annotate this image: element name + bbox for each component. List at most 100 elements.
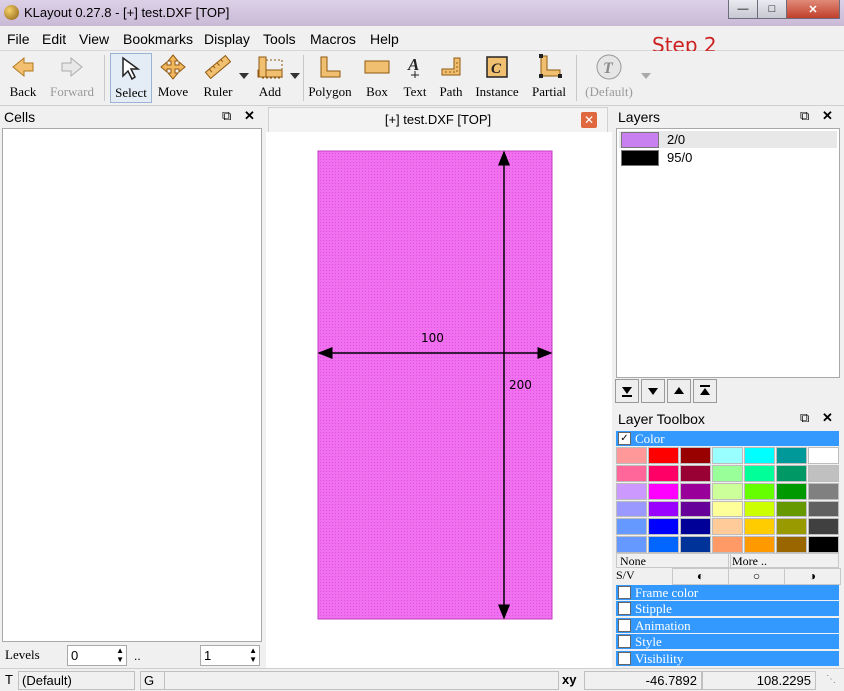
close-tab-icon[interactable]: ✕ <box>581 112 597 128</box>
ruler-dropdown-icon[interactable] <box>239 73 249 79</box>
palette-color-swatch[interactable] <box>776 482 807 500</box>
checkmark-icon[interactable]: ✓ <box>618 432 631 445</box>
spin-arrows-icon[interactable]: ▲ ▼ <box>249 646 257 664</box>
polygon-tool[interactable]: Polygon <box>307 53 353 101</box>
palette-color-swatch[interactable] <box>616 500 647 518</box>
move-tool[interactable]: Move <box>154 53 192 101</box>
palette-color-swatch[interactable] <box>808 482 839 500</box>
palette-color-swatch[interactable] <box>712 482 743 500</box>
palette-color-swatch[interactable] <box>712 518 743 536</box>
palette-color-swatch[interactable] <box>808 447 839 464</box>
visibility-section-toggle[interactable]: Visibility <box>616 651 839 666</box>
stipple-section-toggle[interactable]: Stipple <box>616 601 839 616</box>
menu-macros[interactable]: Macros <box>310 31 356 47</box>
partial-tool[interactable]: Partial <box>530 53 568 101</box>
resize-grip-icon[interactable]: ⋱ <box>826 674 836 685</box>
palette-color-swatch[interactable] <box>712 536 743 553</box>
palette-color-swatch[interactable] <box>776 518 807 536</box>
back-button[interactable]: Back <box>4 53 42 101</box>
palette-color-swatch[interactable] <box>648 536 679 553</box>
palette-color-swatch[interactable] <box>776 500 807 518</box>
palette-color-swatch[interactable] <box>680 447 711 464</box>
move-up-icon[interactable] <box>667 379 691 403</box>
palette-color-swatch[interactable] <box>616 447 647 464</box>
maximize-button[interactable]: □ <box>757 0 787 19</box>
animation-section-toggle[interactable]: Animation <box>616 618 839 633</box>
menu-display[interactable]: Display <box>204 31 250 47</box>
reset-brightness-icon[interactable]: ○ <box>728 568 785 585</box>
palette-color-swatch[interactable] <box>744 536 775 553</box>
float-panel-icon[interactable]: ⧉ <box>222 108 231 124</box>
menu-view[interactable]: View <box>79 31 109 47</box>
box-tool[interactable]: Box <box>362 53 392 101</box>
palette-color-swatch[interactable] <box>680 482 711 500</box>
checkbox[interactable] <box>618 635 631 648</box>
checkbox[interactable] <box>618 652 631 665</box>
spin-arrows-icon[interactable]: ▲ ▼ <box>116 646 124 664</box>
palette-color-swatch[interactable] <box>744 482 775 500</box>
palette-color-swatch[interactable] <box>808 518 839 536</box>
close-panel-icon[interactable]: ✕ <box>822 108 833 124</box>
layer-row[interactable]: 2/0 <box>619 131 837 148</box>
path-tool[interactable]: Path <box>436 53 466 101</box>
palette-color-swatch[interactable] <box>808 536 839 553</box>
checkbox[interactable] <box>618 619 631 632</box>
palette-color-swatch[interactable] <box>680 536 711 553</box>
palette-color-swatch[interactable] <box>808 464 839 482</box>
palette-color-swatch[interactable] <box>680 518 711 536</box>
float-panel-icon[interactable]: ⧉ <box>800 108 809 124</box>
palette-color-swatch[interactable] <box>648 464 679 482</box>
float-panel-icon[interactable]: ⧉ <box>800 410 809 426</box>
levels-to-spinbox[interactable]: 1 ▲ ▼ <box>200 645 260 666</box>
more-colors-button[interactable]: More .. <box>728 553 839 568</box>
palette-color-swatch[interactable] <box>648 482 679 500</box>
palette-color-swatch[interactable] <box>648 518 679 536</box>
layer-row[interactable]: 95/0 <box>619 149 837 166</box>
menu-file[interactable]: File <box>7 31 30 47</box>
add-tool[interactable]: Add <box>252 53 288 101</box>
palette-color-swatch[interactable] <box>616 464 647 482</box>
palette-color-swatch[interactable] <box>712 447 743 464</box>
palette-color-swatch[interactable] <box>776 464 807 482</box>
palette-color-swatch[interactable] <box>616 536 647 553</box>
minimize-button[interactable]: — <box>728 0 758 19</box>
menu-help[interactable]: Help <box>370 31 399 47</box>
none-color-button[interactable]: None <box>616 553 731 568</box>
palette-color-swatch[interactable] <box>776 447 807 464</box>
menu-tools[interactable]: Tools <box>263 31 296 47</box>
document-tab[interactable]: [+] test.DXF [TOP] ✕ <box>268 107 608 133</box>
frame-color-section-toggle[interactable]: Frame color <box>616 585 839 600</box>
palette-color-swatch[interactable] <box>616 482 647 500</box>
default-dropdown-icon[interactable] <box>641 73 651 79</box>
levels-from-spinbox[interactable]: 0 ▲ ▼ <box>67 645 127 666</box>
lighter-icon[interactable]: ◑ <box>784 568 841 585</box>
close-window-button[interactable]: ✕ <box>786 0 840 19</box>
menu-edit[interactable]: Edit <box>42 31 66 47</box>
palette-color-swatch[interactable] <box>808 500 839 518</box>
darker-icon[interactable]: ◐ <box>672 568 729 585</box>
move-to-bottom-icon[interactable] <box>615 379 639 403</box>
ruler-tool[interactable]: Ruler <box>198 53 238 101</box>
palette-color-swatch[interactable] <box>648 500 679 518</box>
close-panel-icon[interactable]: ✕ <box>822 410 833 426</box>
default-template-button[interactable]: T (Default) <box>584 53 634 101</box>
palette-color-swatch[interactable] <box>776 536 807 553</box>
palette-color-swatch[interactable] <box>680 500 711 518</box>
instance-tool[interactable]: C Instance <box>474 53 520 101</box>
palette-color-swatch[interactable] <box>712 500 743 518</box>
palette-color-swatch[interactable] <box>648 447 679 464</box>
cells-tree[interactable] <box>2 128 262 642</box>
palette-color-swatch[interactable] <box>712 464 743 482</box>
select-tool[interactable]: Select <box>110 53 152 103</box>
layers-list[interactable]: 2/0 95/0 <box>616 128 840 378</box>
color-section-toggle[interactable]: ✓ Color <box>616 431 839 446</box>
forward-button[interactable]: Forward <box>48 53 96 101</box>
style-section-toggle[interactable]: Style <box>616 634 839 649</box>
move-to-top-icon[interactable] <box>693 379 717 403</box>
palette-color-swatch[interactable] <box>744 464 775 482</box>
add-dropdown-icon[interactable] <box>290 73 300 79</box>
checkbox[interactable] <box>618 586 631 599</box>
palette-color-swatch[interactable] <box>744 447 775 464</box>
checkbox[interactable] <box>618 602 631 615</box>
palette-color-swatch[interactable] <box>744 518 775 536</box>
